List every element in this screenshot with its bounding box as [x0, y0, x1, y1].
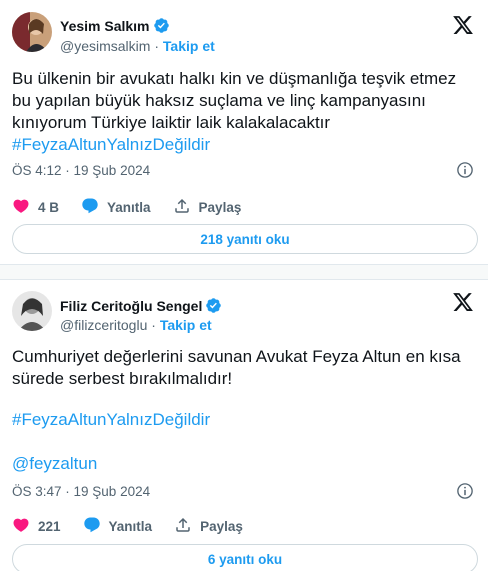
avatar[interactable]: [12, 291, 52, 331]
tweet-separator: [0, 265, 488, 279]
x-logo-icon[interactable]: [452, 14, 474, 36]
read-replies-button[interactable]: 218 yanıtı oku: [12, 224, 478, 254]
action-bar: 4 B Yanıtla Paylaş: [12, 196, 263, 218]
reply-button[interactable]: Yanıtla: [81, 197, 151, 218]
verified-badge-icon: [205, 297, 222, 317]
tweet-hashtag: #FeyzaAltunYalnızDeğildir: [12, 409, 478, 431]
like-count: 4 B: [38, 199, 60, 215]
author-name-text[interactable]: Filiz Ceritoğlu Sengel: [60, 298, 202, 314]
separator-dot: ·: [151, 317, 156, 333]
timestamp[interactable]: ÖS 4:12 · 19 Şub 2024: [12, 163, 150, 178]
heart-icon: [12, 516, 38, 537]
author-name[interactable]: Yesim Salkım: [60, 17, 170, 37]
tweet-card: Filiz Ceritoğlu Sengel @filizceritoglu ·…: [0, 279, 488, 571]
reply-bubble-icon: [83, 516, 109, 537]
action-bar: 221 Yanıtla Paylaş: [12, 515, 265, 537]
share-icon: [174, 516, 200, 537]
like-button[interactable]: 4 B: [12, 197, 59, 218]
tweet-text-content: Bu ülkenin bir avukatı halkı kin ve düşm…: [12, 69, 457, 132]
reply-bubble-icon: [81, 197, 107, 218]
like-count: 221: [38, 518, 61, 534]
reply-button[interactable]: Yanıtla: [83, 516, 153, 537]
author-name-text[interactable]: Yesim Salkım: [60, 18, 150, 34]
info-icon[interactable]: [456, 482, 474, 500]
share-icon: [173, 197, 199, 218]
timestamp[interactable]: ÖS 3:47 · 19 Şub 2024: [12, 484, 150, 499]
author-handle-line: @yesimsalkim · Takip et: [60, 38, 215, 54]
follow-button[interactable]: Takip et: [163, 38, 215, 54]
tweet-text-content: Cumhuriyet değerlerini savunan Avukat Fe…: [12, 347, 461, 388]
x-logo-icon[interactable]: [452, 291, 474, 313]
author-handle-line: @filizceritoglu · Takip et: [60, 317, 212, 333]
info-icon[interactable]: [456, 161, 474, 179]
share-label: Paylaş: [198, 199, 242, 215]
share-button[interactable]: Paylaş: [173, 197, 242, 218]
hashtag-link[interactable]: #FeyzaAltunYalnızDeğildir: [12, 410, 210, 429]
avatar[interactable]: [12, 12, 52, 52]
read-replies-button[interactable]: 6 yanıtı oku: [12, 544, 478, 571]
follow-button[interactable]: Takip et: [160, 317, 212, 333]
hashtag-link[interactable]: #FeyzaAltunYalnızDeğildir: [12, 135, 210, 154]
tweet-text: Cumhuriyet değerlerini savunan Avukat Fe…: [12, 346, 478, 390]
like-button[interactable]: 221: [12, 516, 61, 537]
mention-link[interactable]: @feyzaltun: [12, 454, 97, 473]
author-handle[interactable]: @filizceritoglu: [60, 317, 147, 333]
author-name[interactable]: Filiz Ceritoğlu Sengel: [60, 297, 222, 317]
reply-label: Yanıtla: [108, 518, 153, 534]
tweet-card: Yesim Salkım @yesimsalkim · Takip et Bu …: [0, 0, 488, 265]
reply-label: Yanıtla: [107, 199, 151, 215]
share-label: Paylaş: [200, 518, 243, 534]
tweet-mention: @feyzaltun: [12, 453, 478, 475]
tweet-text: Bu ülkenin bir avukatı halkı kin ve düşm…: [12, 68, 478, 156]
verified-badge-icon: [153, 17, 170, 37]
author-handle[interactable]: @yesimsalkim: [60, 38, 150, 54]
separator-dot: ·: [154, 38, 160, 54]
share-button[interactable]: Paylaş: [174, 516, 243, 537]
heart-icon: [12, 197, 38, 218]
